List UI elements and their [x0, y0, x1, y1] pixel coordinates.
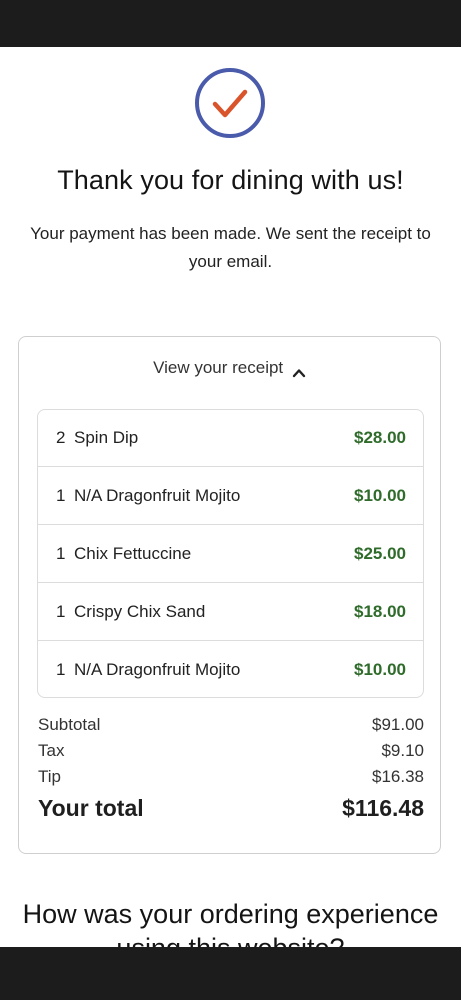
subtotal-label: Subtotal — [38, 715, 101, 734]
item-quantity: 1 — [56, 660, 66, 679]
item-name: N/A Dragonfruit Mojito — [74, 660, 241, 679]
view-receipt-label: View your receipt — [153, 358, 284, 377]
navigation-bar — [0, 947, 461, 1000]
total-row: Your total $116.48 — [38, 795, 424, 829]
item-name: N/A Dragonfruit Mojito — [74, 486, 241, 505]
subtotal-row: Subtotal $91.00 — [38, 715, 424, 741]
item-quantity: 1 — [56, 544, 66, 563]
receipt-item-row: 1 N/A Dragonfruit Mojito $10.00 — [38, 468, 423, 525]
item-quantity: 1 — [56, 486, 66, 505]
checkmark-circle-icon — [194, 67, 266, 139]
subtotal-value: $91.00 — [372, 715, 424, 734]
item-quantity: 2 — [56, 428, 66, 447]
receipt-item-row: 2 Spin Dip $28.00 — [38, 410, 423, 467]
status-bar — [0, 0, 461, 47]
feedback-heading: How was your ordering experience using t… — [22, 899, 439, 947]
tip-row: Tip $16.38 — [38, 767, 424, 793]
order-confirmation-screen: Thank you for dining with us! Your payme… — [0, 47, 461, 947]
view-receipt-toggle[interactable]: View your receipt — [19, 353, 440, 383]
page-title: Thank you for dining with us! — [57, 165, 404, 195]
receipt-item-row: 1 N/A Dragonfruit Mojito $10.00 — [38, 642, 423, 697]
total-value: $116.48 — [342, 795, 424, 821]
tax-row: Tax $9.10 — [38, 741, 424, 767]
item-name: Crispy Chix Sand — [74, 602, 206, 621]
tax-value: $9.10 — [381, 741, 424, 760]
item-price: $25.00 — [354, 544, 406, 563]
item-price: $28.00 — [354, 428, 406, 447]
receipt-item-row: 1 Chix Fettuccine $25.00 — [38, 526, 423, 583]
item-price: $10.00 — [354, 486, 406, 505]
item-name: Chix Fettuccine — [74, 544, 192, 563]
payment-confirmation-text: Your payment has been made. We sent the … — [30, 224, 431, 271]
tip-value: $16.38 — [372, 767, 424, 786]
item-price: $18.00 — [354, 602, 406, 621]
receipt-items-list: 2 Spin Dip $28.00 1 N/A Dragonfruit Moji… — [37, 409, 424, 698]
item-price: $10.00 — [354, 660, 406, 679]
receipt-item-row: 1 Crispy Chix Sand $18.00 — [38, 584, 423, 641]
total-label: Your total — [38, 795, 144, 821]
chevron-up-icon — [292, 360, 306, 378]
tip-label: Tip — [38, 767, 61, 786]
item-quantity: 1 — [56, 602, 66, 621]
tax-label: Tax — [38, 741, 65, 760]
item-name: Spin Dip — [74, 428, 139, 447]
receipt-card: View your receipt 2 Spin Dip $28.00 1 N/… — [18, 336, 441, 854]
